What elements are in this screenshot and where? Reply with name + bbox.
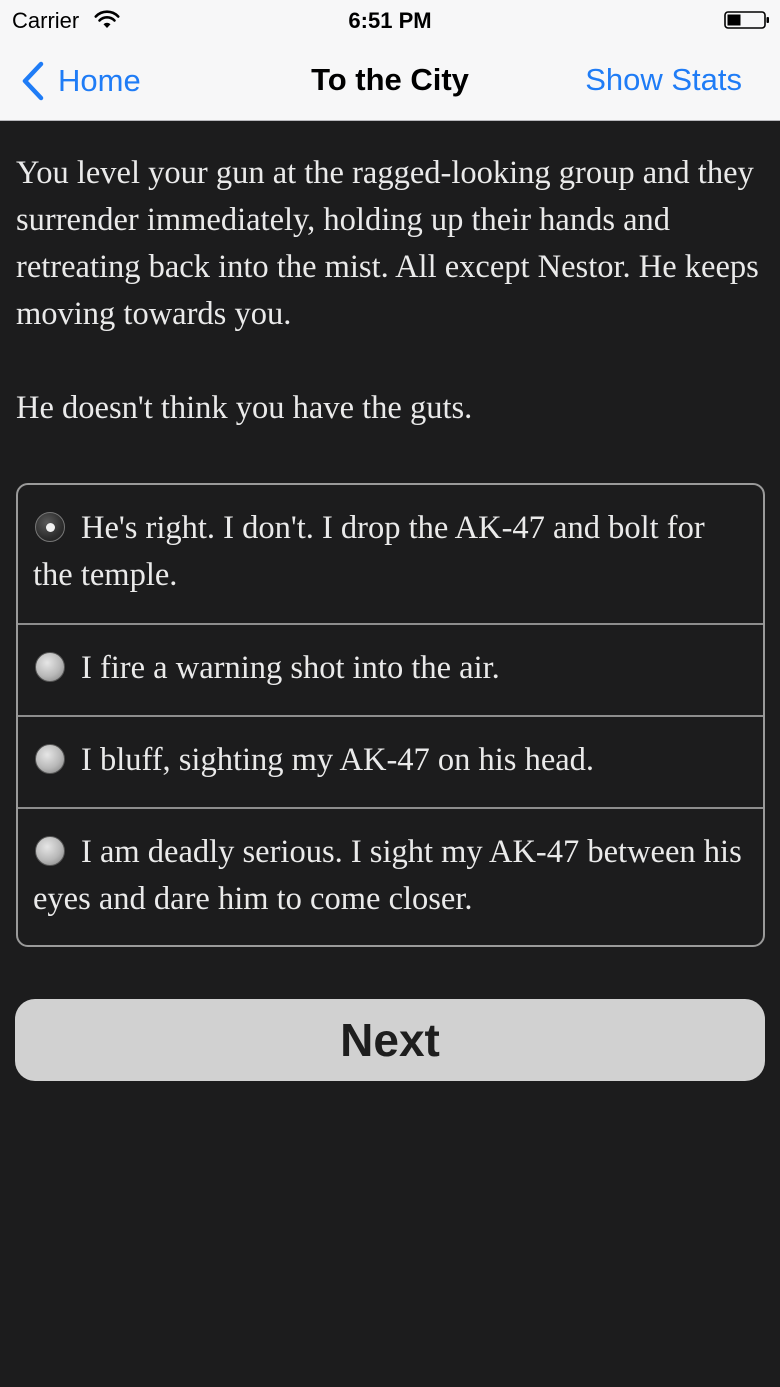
battery-icon xyxy=(724,11,769,29)
choice-label: I bluff, sighting my AK-47 on his head. xyxy=(81,742,595,778)
choice-option[interactable]: I bluff, sighting my AK-47 on his head. xyxy=(18,717,763,809)
status-bar: Carrier 6:51 PM xyxy=(0,0,780,40)
choice-label: I am deadly serious. I sight my AK-47 be… xyxy=(33,834,742,917)
radio-selected-icon[interactable] xyxy=(35,512,65,542)
radio-icon[interactable] xyxy=(35,836,65,866)
choice-option[interactable]: He's right. I don't. I drop the AK-47 an… xyxy=(18,485,763,625)
top-bar: Carrier 6:51 PM Home To the City Show St… xyxy=(0,0,780,121)
story-paragraph: He doesn't think you have the guts. xyxy=(16,390,473,426)
choice-list: He's right. I don't. I drop the AK-47 an… xyxy=(16,483,765,947)
radio-icon[interactable] xyxy=(35,744,65,774)
choice-option[interactable]: I am deadly serious. I sight my AK-47 be… xyxy=(18,809,763,945)
story-paragraph: You level your gun at the ragged-looking… xyxy=(16,155,759,332)
status-time: 6:51 PM xyxy=(348,8,432,33)
choice-option[interactable]: I fire a warning shot into the air. xyxy=(18,625,763,717)
nav-bar: Home To the City Show Stats xyxy=(0,40,780,120)
next-button[interactable]: Next xyxy=(15,999,765,1081)
radio-icon[interactable] xyxy=(35,652,65,682)
choice-label: I fire a warning shot into the air. xyxy=(81,650,500,686)
show-stats-button[interactable]: Show Stats xyxy=(585,62,742,98)
story-text: You level your gun at the ragged-looking… xyxy=(16,150,766,432)
choice-label: He's right. I don't. I drop the AK-47 an… xyxy=(33,510,705,593)
